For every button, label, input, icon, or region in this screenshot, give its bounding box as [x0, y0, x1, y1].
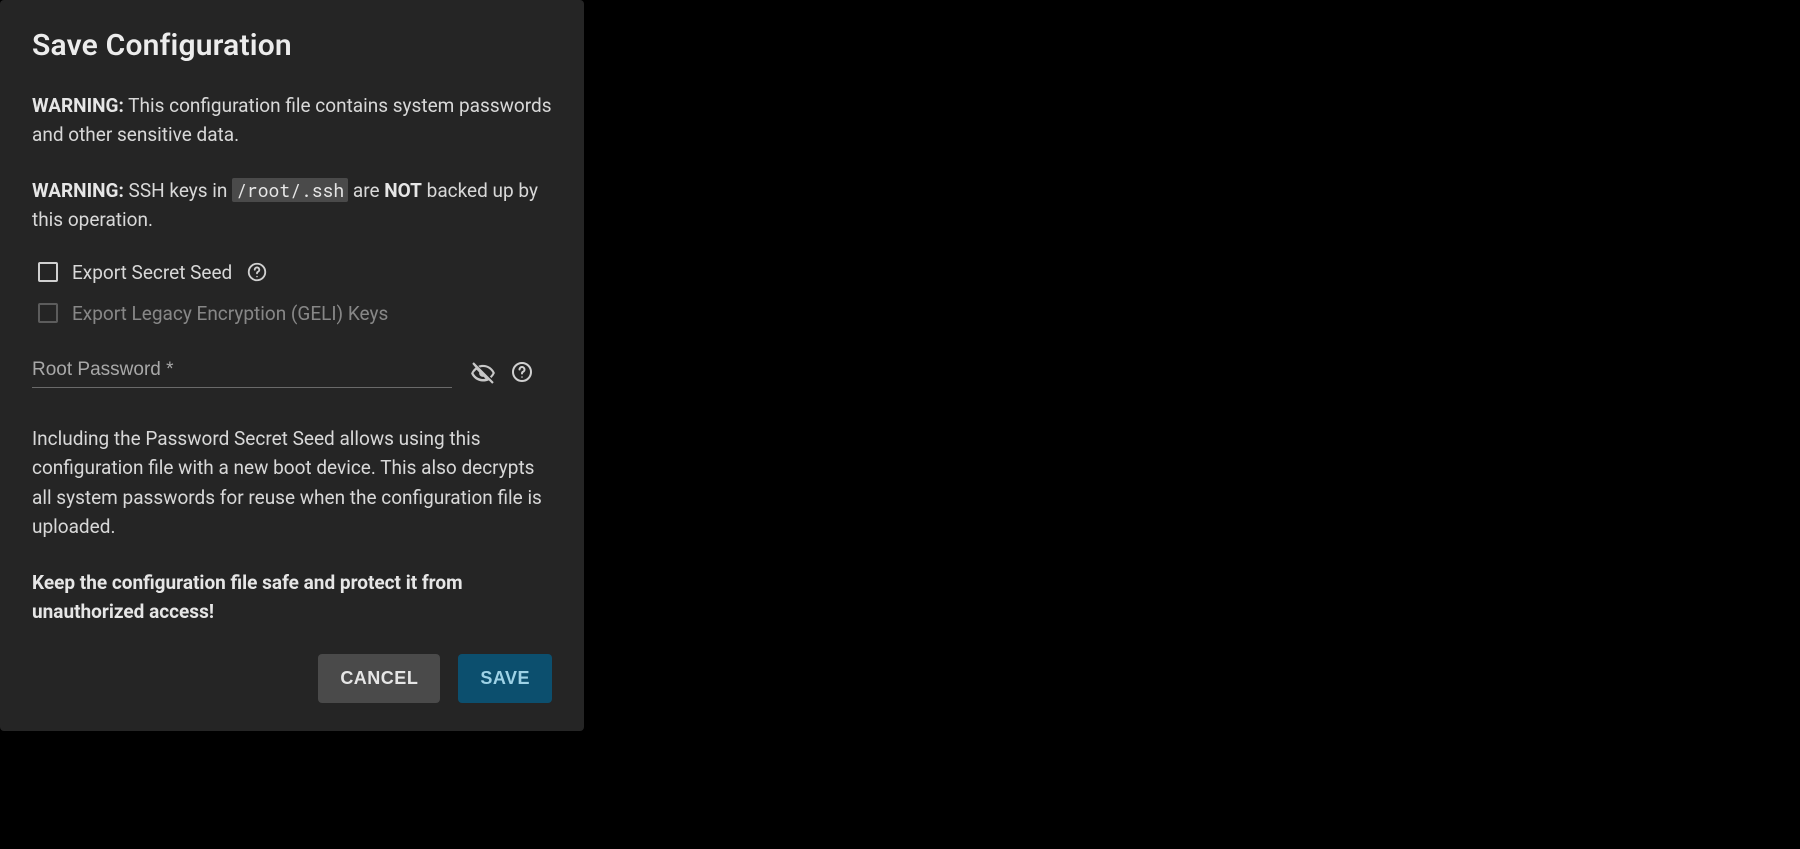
dialog-actions: Cancel Save	[32, 654, 552, 703]
checkbox-unchecked-icon	[38, 303, 58, 323]
checkbox-label: Export Secret Seed	[72, 261, 232, 284]
warning-prefix: WARNING:	[32, 179, 124, 202]
help-icon[interactable]	[510, 360, 532, 382]
checkbox-label: Export Legacy Encryption (GELI) Keys	[72, 302, 388, 325]
warning-ssh-keys: WARNING: SSH keys in /root/.ssh are NOT …	[32, 176, 552, 235]
save-button[interactable]: Save	[458, 654, 552, 703]
save-configuration-dialog: Save Configuration WARNING: This configu…	[0, 0, 584, 731]
warning-sensitive-data: WARNING: This configuration file contain…	[32, 91, 552, 150]
help-icon[interactable]	[246, 261, 268, 283]
export-geli-keys-row: Export Legacy Encryption (GELI) Keys	[38, 302, 552, 325]
warning-body-2: are	[348, 179, 384, 202]
cancel-button[interactable]: Cancel	[318, 654, 440, 703]
export-secret-seed-row[interactable]: Export Secret Seed	[38, 261, 552, 284]
dialog-title: Save Configuration	[32, 28, 552, 63]
warning-not: NOT	[384, 179, 422, 202]
info-paragraph: Including the Password Secret Seed allow…	[32, 424, 552, 542]
root-password-input[interactable]	[32, 355, 452, 388]
warning-body-1: SSH keys in	[124, 179, 232, 202]
keep-safe-paragraph: Keep the configuration file safe and pro…	[32, 568, 552, 627]
visibility-off-icon[interactable]	[470, 360, 492, 382]
ssh-path-code: /root/.ssh	[232, 178, 348, 202]
warning-prefix: WARNING:	[32, 94, 124, 117]
checkbox-unchecked-icon[interactable]	[38, 262, 58, 282]
root-password-row	[32, 355, 552, 388]
root-password-field[interactable]	[32, 355, 452, 388]
